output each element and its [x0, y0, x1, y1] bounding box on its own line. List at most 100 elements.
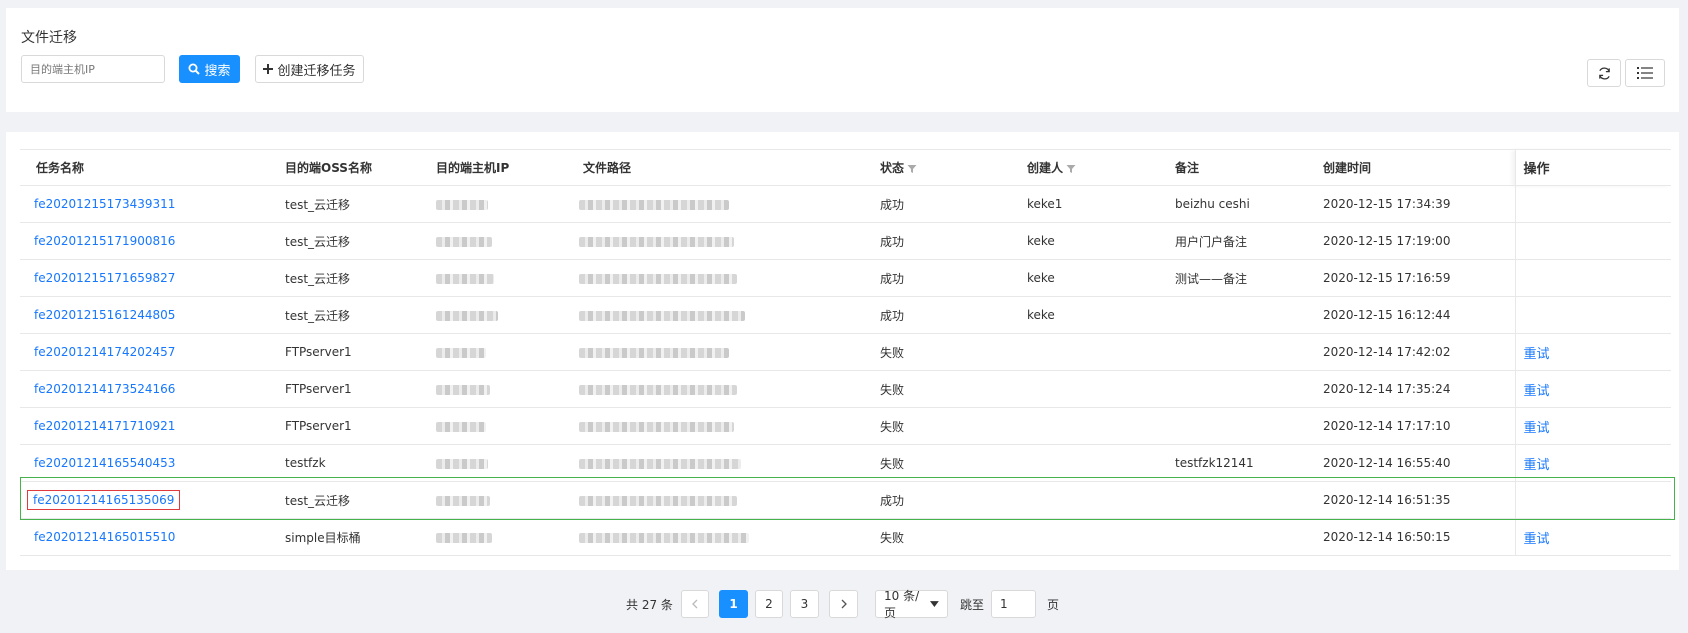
- cell-oss-name: test_云迁移: [269, 185, 420, 223]
- table-row[interactable]: fe20201215171659827 test_云迁移 成功 keke 测试——备注 2…: [20, 259, 1671, 297]
- task-name-link[interactable]: fe20201215161244805: [34, 308, 175, 322]
- cell-created-time: 2020-12-14 17:35:24: [1307, 370, 1515, 408]
- retry-link[interactable]: 重试: [1524, 421, 1550, 436]
- chevron-right-icon: [841, 599, 847, 609]
- cell-task-name: fe20201214173524166: [20, 370, 269, 408]
- cell-host-ip: [420, 222, 567, 260]
- redacted-host-ip: [436, 384, 490, 395]
- cell-actions: [1514, 259, 1671, 297]
- cell-created-time: 2020-12-15 17:34:39: [1307, 185, 1515, 223]
- table-row[interactable]: fe20201214173524166 FTPserver1 失败 2020-12-1…: [20, 370, 1671, 408]
- cell-creator: [1011, 370, 1159, 408]
- prev-page-button[interactable]: [681, 590, 709, 618]
- table-row[interactable]: fe20201214165540453 testfzk 失败 testfzk12141…: [20, 444, 1671, 482]
- caret-down-icon: [930, 601, 939, 607]
- filter-icon[interactable]: [1066, 164, 1076, 174]
- redacted-file-path: [579, 495, 737, 506]
- cell-actions: 重试: [1514, 518, 1671, 556]
- task-name-link[interactable]: fe20201214171710921: [34, 419, 175, 433]
- page-button-3[interactable]: 3: [790, 590, 819, 618]
- page-size-select[interactable]: 10 条/页: [875, 589, 948, 620]
- task-name-link[interactable]: fe20201214165015510: [34, 530, 175, 544]
- task-name-link[interactable]: fe20201214165135069: [33, 493, 174, 507]
- cell-actions: [1514, 296, 1671, 334]
- column-header-file-path: 文件路径: [567, 149, 864, 186]
- cell-file-path: [567, 481, 864, 519]
- cell-file-path: [567, 222, 864, 260]
- cell-status: 失败: [864, 518, 1011, 556]
- cell-host-ip: [420, 444, 567, 482]
- migration-task-table: 任务名称 目的端OSS名称 目的端主机IP 文件路径 状态 创建人 备注 创建时…: [20, 149, 1671, 556]
- creator-header-label: 创建人: [1027, 161, 1064, 175]
- cell-task-name: fe20201214165540453: [20, 444, 269, 482]
- cell-file-path: [567, 333, 864, 371]
- cell-file-path: [567, 259, 864, 297]
- cell-note: [1159, 370, 1307, 408]
- page-title: 文件迁移: [21, 30, 77, 46]
- cell-file-path: [567, 444, 864, 482]
- redacted-host-ip: [436, 273, 494, 284]
- filter-icon[interactable]: [907, 164, 917, 174]
- page-unit-label: 页: [1047, 597, 1060, 612]
- next-page-button[interactable]: [829, 590, 858, 618]
- search-button[interactable]: 搜索: [179, 55, 240, 83]
- cell-status: 成功: [864, 185, 1011, 223]
- cell-oss-name: FTPserver1: [269, 407, 420, 445]
- redacted-host-ip: [436, 347, 486, 358]
- page-button-1[interactable]: 1: [719, 590, 748, 618]
- task-name-link[interactable]: fe20201215171659827: [34, 271, 175, 285]
- table-row[interactable]: fe20201214174202457 FTPserver1 失败 2020-12-1…: [20, 333, 1671, 371]
- table-row[interactable]: fe20201215173439311 test_云迁移 成功 keke1 beizhu…: [20, 185, 1671, 223]
- cell-note: 用户门户备注: [1159, 222, 1307, 260]
- create-migration-task-button[interactable]: 创建迁移任务: [255, 55, 364, 83]
- redacted-host-ip: [436, 421, 486, 432]
- retry-link[interactable]: 重试: [1524, 384, 1550, 399]
- column-header-task-name: 任务名称: [20, 149, 269, 186]
- table-row[interactable]: fe20201214165015510 simple目标桶 失败 2020-12-14…: [20, 518, 1671, 556]
- task-name-link[interactable]: fe20201214165540453: [34, 456, 175, 470]
- cell-note: [1159, 407, 1307, 445]
- column-header-oss-name: 目的端OSS名称: [269, 149, 420, 186]
- page-button-2[interactable]: 2: [755, 590, 783, 618]
- task-name-link[interactable]: fe20201215171900816: [34, 234, 175, 248]
- task-name-link[interactable]: fe20201214174202457: [34, 345, 175, 359]
- cell-status: 失败: [864, 444, 1011, 482]
- page-size-value: 10 条/页: [884, 589, 920, 620]
- redacted-file-path: [579, 458, 741, 469]
- table-body: fe20201215173439311 test_云迁移 成功 keke1 beizhu…: [20, 185, 1671, 556]
- cell-host-ip: [420, 259, 567, 297]
- cell-oss-name: test_云迁移: [269, 481, 420, 519]
- goto-page-input[interactable]: 1: [991, 590, 1036, 618]
- task-name-link[interactable]: fe20201214173524166: [34, 382, 175, 396]
- redacted-host-ip: [436, 458, 488, 469]
- column-settings-button[interactable]: [1625, 59, 1665, 87]
- redacted-file-path: [579, 347, 729, 358]
- search-icon: [188, 63, 201, 75]
- retry-link[interactable]: 重试: [1524, 532, 1550, 547]
- cell-creator: [1011, 407, 1159, 445]
- table-row[interactable]: fe20201214171710921 FTPserver1 失败 2020-12-1…: [20, 407, 1671, 445]
- highlighted-name-outline: fe20201214165135069: [27, 490, 181, 510]
- retry-link[interactable]: 重试: [1524, 347, 1550, 362]
- redacted-file-path: [579, 310, 745, 321]
- table-row[interactable]: fe20201215161244805 test_云迁移 成功 keke 2020-12…: [20, 296, 1671, 334]
- cell-file-path: [567, 185, 864, 223]
- task-name-link[interactable]: fe20201215173439311: [34, 197, 175, 211]
- redacted-host-ip: [436, 532, 492, 543]
- redacted-host-ip: [436, 236, 492, 247]
- cell-actions: [1514, 185, 1671, 223]
- cell-host-ip: [420, 370, 567, 408]
- retry-link[interactable]: 重试: [1524, 458, 1550, 473]
- cell-actions: 重试: [1514, 407, 1671, 445]
- table-row[interactable]: fe20201214165135069 test_云迁移 成功 2020-12-14 …: [20, 481, 1671, 519]
- cell-status: 成功: [864, 296, 1011, 334]
- table-row[interactable]: fe20201215171900816 test_云迁移 成功 keke 用户门户备注 2…: [20, 222, 1671, 260]
- cell-oss-name: testfzk: [269, 444, 420, 482]
- cell-created-time: 2020-12-15 16:12:44: [1307, 296, 1515, 334]
- cell-task-name: fe20201214165015510: [20, 518, 269, 556]
- refresh-button[interactable]: [1587, 59, 1621, 87]
- cell-status: 成功: [864, 259, 1011, 297]
- cell-status: 失败: [864, 407, 1011, 445]
- target-ip-search-input[interactable]: [21, 55, 165, 83]
- redacted-host-ip: [436, 199, 488, 210]
